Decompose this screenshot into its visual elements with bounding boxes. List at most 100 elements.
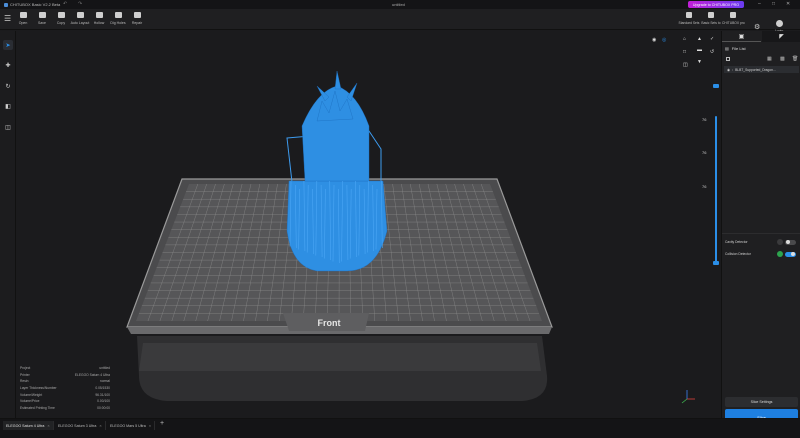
slider-value-3: 76 (702, 184, 707, 189)
perspective-toggle-icon[interactable]: ◉ (652, 37, 656, 43)
toolbar-item-label: Repair (131, 21, 143, 25)
info-row: Layer Thickness/Number 0.05/1530 (20, 386, 110, 393)
layout-icon (76, 12, 84, 18)
home-view-icon[interactable]: ⌂ (683, 36, 686, 42)
delete-icon[interactable]: 🗑 (792, 56, 798, 62)
toolbar-standard-sets-button[interactable]: Standard Sets (678, 12, 700, 25)
maximize-icon[interactable]: □ (772, 1, 775, 7)
main-toolbar: ☰ Open Save Copy Auto Layout Hollow Dig Holes… (0, 9, 800, 33)
printer-tab[interactable]: ELEGOO Mars 5 Ultra × (107, 421, 156, 430)
file-list-label: File List (731, 46, 746, 51)
toolbar-save-button[interactable]: Save (32, 12, 52, 25)
model-file-icon: ▫ (731, 67, 734, 72)
model-with-supports[interactable] (286, 70, 388, 272)
layer-slider-top-knob[interactable] (713, 84, 719, 88)
close-tab-icon[interactable]: × (149, 423, 151, 428)
chitubox-pro-icon (730, 12, 736, 18)
scale-tool-icon[interactable]: ◧ (3, 101, 13, 111)
info-value: untitled (99, 366, 110, 370)
app-logo-icon (4, 2, 8, 7)
collision-detection-status-icon (777, 251, 783, 257)
file-list-item[interactable]: ◉ ▫ BLBT_Supported_Dragon... (724, 66, 799, 73)
rotate-tool-icon[interactable]: ↻ (3, 81, 13, 91)
toolbar-item-label: Basic Sets to (701, 21, 721, 25)
toolbar-hollow-button[interactable]: Hollow (89, 12, 109, 25)
side-view-icon[interactable]: ◫ (683, 62, 688, 68)
printer-tab[interactable]: ELEGOO Saturn 3 Ultra × (55, 421, 106, 430)
info-value: 96.31/100 (95, 392, 110, 397)
info-label: Printer (20, 372, 30, 377)
toolbar-open-button[interactable]: Open (13, 12, 33, 25)
toolbar-repair-button[interactable]: Repair (127, 12, 147, 25)
right-panel: ▣ ◤ ▤ File List ▦ ▩ 🗑 ◉ ▫ BLBT_Supported… (721, 31, 800, 426)
library-tab-icon: ◤ (779, 34, 784, 40)
slice-settings-button[interactable]: Slice Settings (725, 397, 798, 407)
slice-down-icon[interactable]: ▼ (697, 59, 702, 65)
import-icon[interactable]: ▦ (767, 56, 772, 62)
app-title: CHITUBOX Basic V2.2 Beta (4, 2, 60, 7)
close-tab-icon[interactable]: × (99, 423, 101, 428)
user-avatar-icon (775, 20, 783, 27)
reset-slice-icon[interactable]: ↺ (710, 49, 714, 55)
undo-icon[interactable]: ↶ (63, 1, 67, 7)
basic-sets-icon (708, 12, 714, 18)
redo-icon[interactable]: ↷ (78, 1, 82, 7)
toolbar-item-label: Save (38, 21, 46, 25)
cavity-detection-label: Cavity Detector (725, 240, 748, 244)
printer-tab[interactable]: ELEGOO Saturn 4 Ultra × (3, 421, 54, 430)
info-row: Volume/Price 0.00/100 (20, 399, 110, 406)
printer-tab-label: ELEGOO Saturn 4 Ultra (6, 423, 45, 428)
collision-detection-toggle[interactable] (785, 251, 796, 257)
layer-slider-bottom-knob[interactable] (713, 261, 719, 265)
tab-library[interactable]: ◤ (762, 31, 800, 42)
model-base-body (286, 180, 388, 272)
clip-icon[interactable]: ✓ (710, 36, 714, 42)
info-row: Estimated Printing Time 00:00:00 (20, 406, 110, 413)
printer-tab-label: ELEGOO Saturn 3 Ultra (58, 423, 97, 428)
info-value: ELEGOO Saturn 4 Ultra (74, 372, 110, 377)
toolbar-chitubox-pro-button[interactable]: CHITUBOX pro (722, 12, 745, 25)
add-printer-tab-icon[interactable]: + (160, 420, 164, 427)
select-tool-icon[interactable]: ➤ (3, 40, 13, 50)
cavity-detection-toggle[interactable] (785, 239, 796, 245)
info-value: normal (99, 379, 110, 384)
view-mode-icon[interactable]: ◎ (662, 37, 666, 43)
close-tab-icon[interactable]: × (47, 423, 49, 428)
info-value: 0.00/100 (97, 399, 110, 404)
toolbar-dig-holes-button[interactable]: Dig Holes (108, 12, 128, 25)
toolbar-basic-sets-to-button[interactable]: Basic Sets to (700, 12, 722, 25)
tab-models[interactable]: ▣ (722, 31, 761, 42)
mirror-tool-icon[interactable]: ◫ (3, 122, 13, 132)
toolbar-item-label: Open (18, 21, 28, 25)
close-icon[interactable]: ✕ (786, 1, 790, 7)
minimize-icon[interactable]: – (758, 1, 761, 7)
models-tab-icon: ▣ (738, 33, 745, 40)
layer-preview-icon[interactable]: ▲ (697, 36, 702, 42)
upgrade-button[interactable]: Upgrade to CHITUBOX PRO (688, 1, 744, 8)
info-label: Volume/Weight (20, 392, 43, 397)
select-all-checkbox[interactable] (726, 57, 730, 61)
layer-slider-track[interactable] (715, 116, 717, 263)
slice-up-icon[interactable]: ▬ (697, 47, 702, 53)
gear-icon[interactable]: ⚙ (754, 23, 760, 31)
app-title-text: CHITUBOX Basic V2.2 Beta (10, 2, 61, 7)
group-icon[interactable]: ▩ (780, 56, 785, 62)
toolbar-copy-button[interactable]: Copy (51, 12, 71, 25)
file-list-tools: ▦ ▩ 🗑 (725, 56, 798, 63)
scene-canvas: Front (126, 70, 695, 404)
front-view-icon[interactable]: □ (683, 49, 686, 55)
info-label: Project (20, 366, 31, 370)
visibility-eye-icon[interactable]: ◉ (727, 68, 730, 72)
standard-sets-icon (686, 12, 692, 18)
3d-viewport[interactable]: Front ◉ ◎ ⌂ □ ◫ ▲ ▬ ▼ ✓ ↺ 76 76 76 (17, 31, 720, 418)
info-row: Printer ELEGOO Saturn 4 Ultra (20, 373, 110, 380)
move-tool-icon[interactable]: ✚ (3, 60, 13, 70)
toolbar-item-label: Standard Sets (678, 21, 700, 25)
toolbar-auto-layout-button[interactable]: Auto Layout (70, 12, 90, 25)
document-title: untitled (392, 2, 405, 7)
hamburger-menu-icon[interactable]: ☰ (4, 14, 11, 23)
info-value: 0.05/1530 (95, 386, 110, 391)
copy-icon (57, 12, 65, 18)
info-row: Project untitled (20, 366, 110, 373)
info-row: Volume/Weight 96.31/100 (20, 393, 110, 400)
